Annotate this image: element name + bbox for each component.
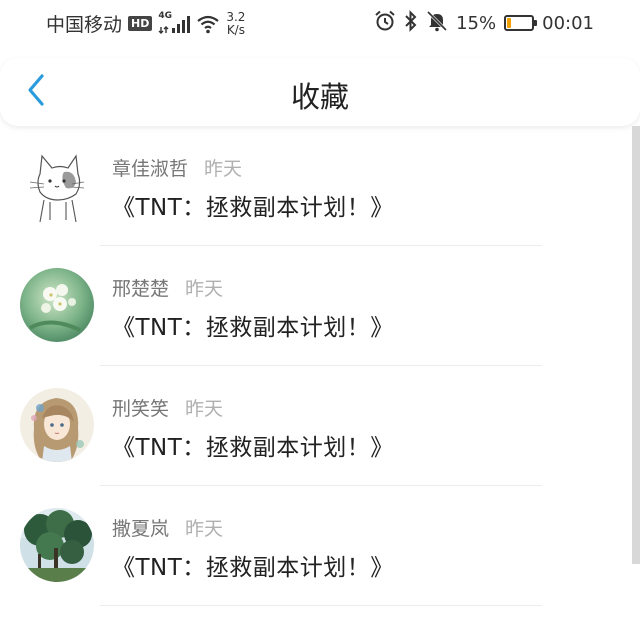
item-meta: 刑笑笑 昨天: [112, 394, 223, 421]
item-meta: 章佳淑哲 昨天: [112, 154, 242, 181]
battery-icon: [504, 15, 538, 31]
item-title: 《TNT：拯救副本计划！》: [112, 195, 394, 221]
status-right: 15% 00:01: [374, 10, 594, 36]
avatar: [20, 388, 94, 462]
list-item[interactable]: 邢楚楚 昨天 《TNT：拯救副本计划！》: [0, 246, 632, 366]
network-type: 4G: [158, 10, 173, 21]
item-time: 昨天: [185, 398, 224, 420]
wifi-icon: [196, 14, 220, 34]
favorites-list: 章佳淑哲 昨天 《TNT：拯救副本计划！》 邢楚楚 昨天 《TNT：拯救副本计划…: [0, 126, 632, 606]
item-time: 昨天: [204, 158, 243, 180]
signal-icon: 4G: [158, 10, 191, 35]
item-meta: 撒夏岚 昨天: [112, 514, 223, 541]
list-item[interactable]: 撒夏岚 昨天 《TNT：拯救副本计划！》: [0, 486, 632, 606]
avatar: [20, 148, 94, 222]
battery-percent: 15%: [456, 12, 497, 34]
avatar: [20, 268, 94, 342]
network-speed: 3.2 K/s: [226, 9, 246, 37]
speed-value: 3.2: [226, 9, 246, 24]
mute-icon: [426, 10, 448, 36]
item-title: 《TNT：拯救副本计划！》: [112, 435, 394, 461]
hd-badge: HD: [128, 16, 153, 31]
battery-level: [507, 18, 512, 28]
navigation-header: 收藏: [0, 58, 640, 126]
bluetooth-icon: [404, 10, 418, 36]
speed-unit: K/s: [226, 22, 245, 37]
list-item[interactable]: 刑笑笑 昨天 《TNT：拯救副本计划！》: [0, 366, 632, 486]
status-left: 中国移动 HD 4G 3.2 K/s: [46, 10, 245, 37]
carrier-name: 中国移动: [46, 14, 123, 36]
author-name: 刑笑笑: [112, 398, 170, 420]
author-name: 章佳淑哲: [112, 158, 189, 180]
list-item[interactable]: 章佳淑哲 昨天 《TNT：拯救副本计划！》: [0, 126, 632, 246]
item-time: 昨天: [185, 278, 224, 300]
avatar: [20, 508, 94, 582]
item-time: 昨天: [185, 518, 224, 540]
item-title: 《TNT：拯救副本计划！》: [112, 555, 394, 581]
author-name: 邢楚楚: [112, 278, 170, 300]
status-bar: 中国移动 HD 4G 3.2 K/s 15% 00:01: [0, 0, 640, 44]
item-meta: 邢楚楚 昨天: [112, 274, 223, 301]
scrollbar[interactable]: [632, 126, 640, 564]
divider: [100, 605, 542, 606]
item-title: 《TNT：拯救副本计划！》: [112, 315, 394, 341]
clock: 00:01: [542, 12, 594, 34]
alarm-icon: [374, 10, 396, 36]
author-name: 撒夏岚: [112, 518, 170, 540]
page-title: 收藏: [290, 80, 349, 114]
